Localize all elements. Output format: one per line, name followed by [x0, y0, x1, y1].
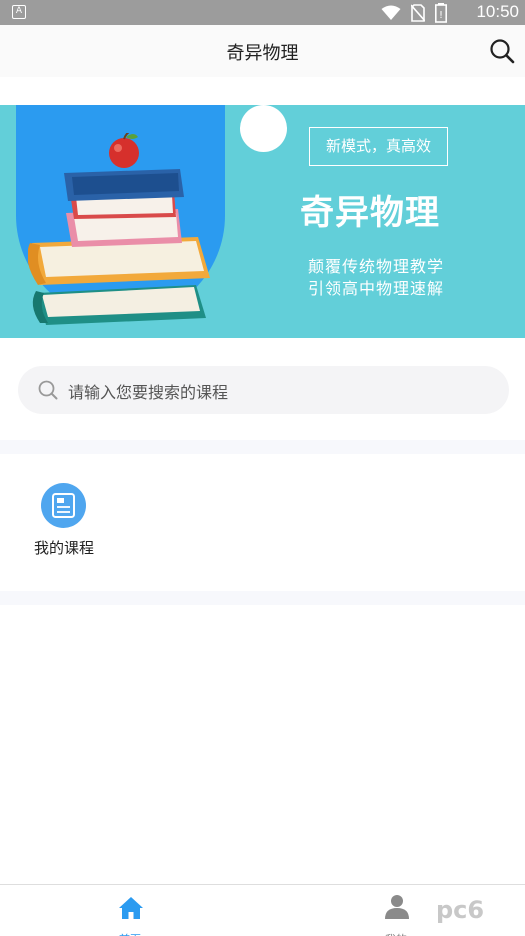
banner-subtitle-2: 引领高中物理速解	[308, 279, 445, 298]
wifi-icon	[381, 5, 401, 20]
svg-text:!: !	[439, 10, 443, 21]
banner-tag: 新模式，真高效	[309, 127, 448, 166]
search-input[interactable]: 请输入您要搜索的课程	[18, 366, 509, 414]
search-icon[interactable]	[489, 38, 515, 64]
no-sim-icon	[411, 4, 425, 22]
watermark-text: pc6	[436, 896, 485, 924]
tab-mine[interactable]: 我的	[366, 891, 426, 936]
sim-indicator-icon: A	[12, 5, 26, 19]
banner-subtitle-1: 颠覆传统物理教学	[308, 257, 445, 276]
home-icon	[119, 897, 143, 919]
status-icons: !	[381, 3, 447, 23]
page-title: 奇异物理	[226, 43, 299, 64]
search-icon	[38, 380, 58, 400]
books-stack-icon	[28, 133, 210, 325]
section-divider	[0, 440, 525, 454]
banner-title: 奇异物理	[300, 193, 440, 233]
app-header: 奇异物理	[0, 25, 525, 77]
battery-icon: !	[435, 3, 447, 23]
tab-home[interactable]: 首页	[100, 891, 160, 936]
tab-home-label: 首页	[100, 931, 160, 936]
course-list-icon	[41, 483, 86, 528]
banner-circle-decoration	[240, 105, 287, 152]
watermark-logo: pc6	[436, 896, 516, 926]
my-courses-button[interactable]: 我的课程	[24, 483, 104, 563]
user-icon	[385, 895, 409, 919]
status-bar: A ! 10:50	[0, 0, 525, 25]
my-courses-label: 我的课程	[33, 539, 94, 557]
app-screen: A ! 10:50 奇异物理 新模式，真高效 奇异物理 颠覆传统物理教学 引领高…	[0, 0, 525, 936]
promo-banner[interactable]: 新模式，真高效 奇异物理 颠覆传统物理教学 引领高中物理速解	[0, 105, 525, 338]
tab-mine-label: 我的	[366, 931, 426, 936]
clock: 10:50	[476, 2, 519, 21]
search-placeholder: 请输入您要搜索的课程	[68, 383, 229, 402]
section-divider	[0, 591, 525, 605]
